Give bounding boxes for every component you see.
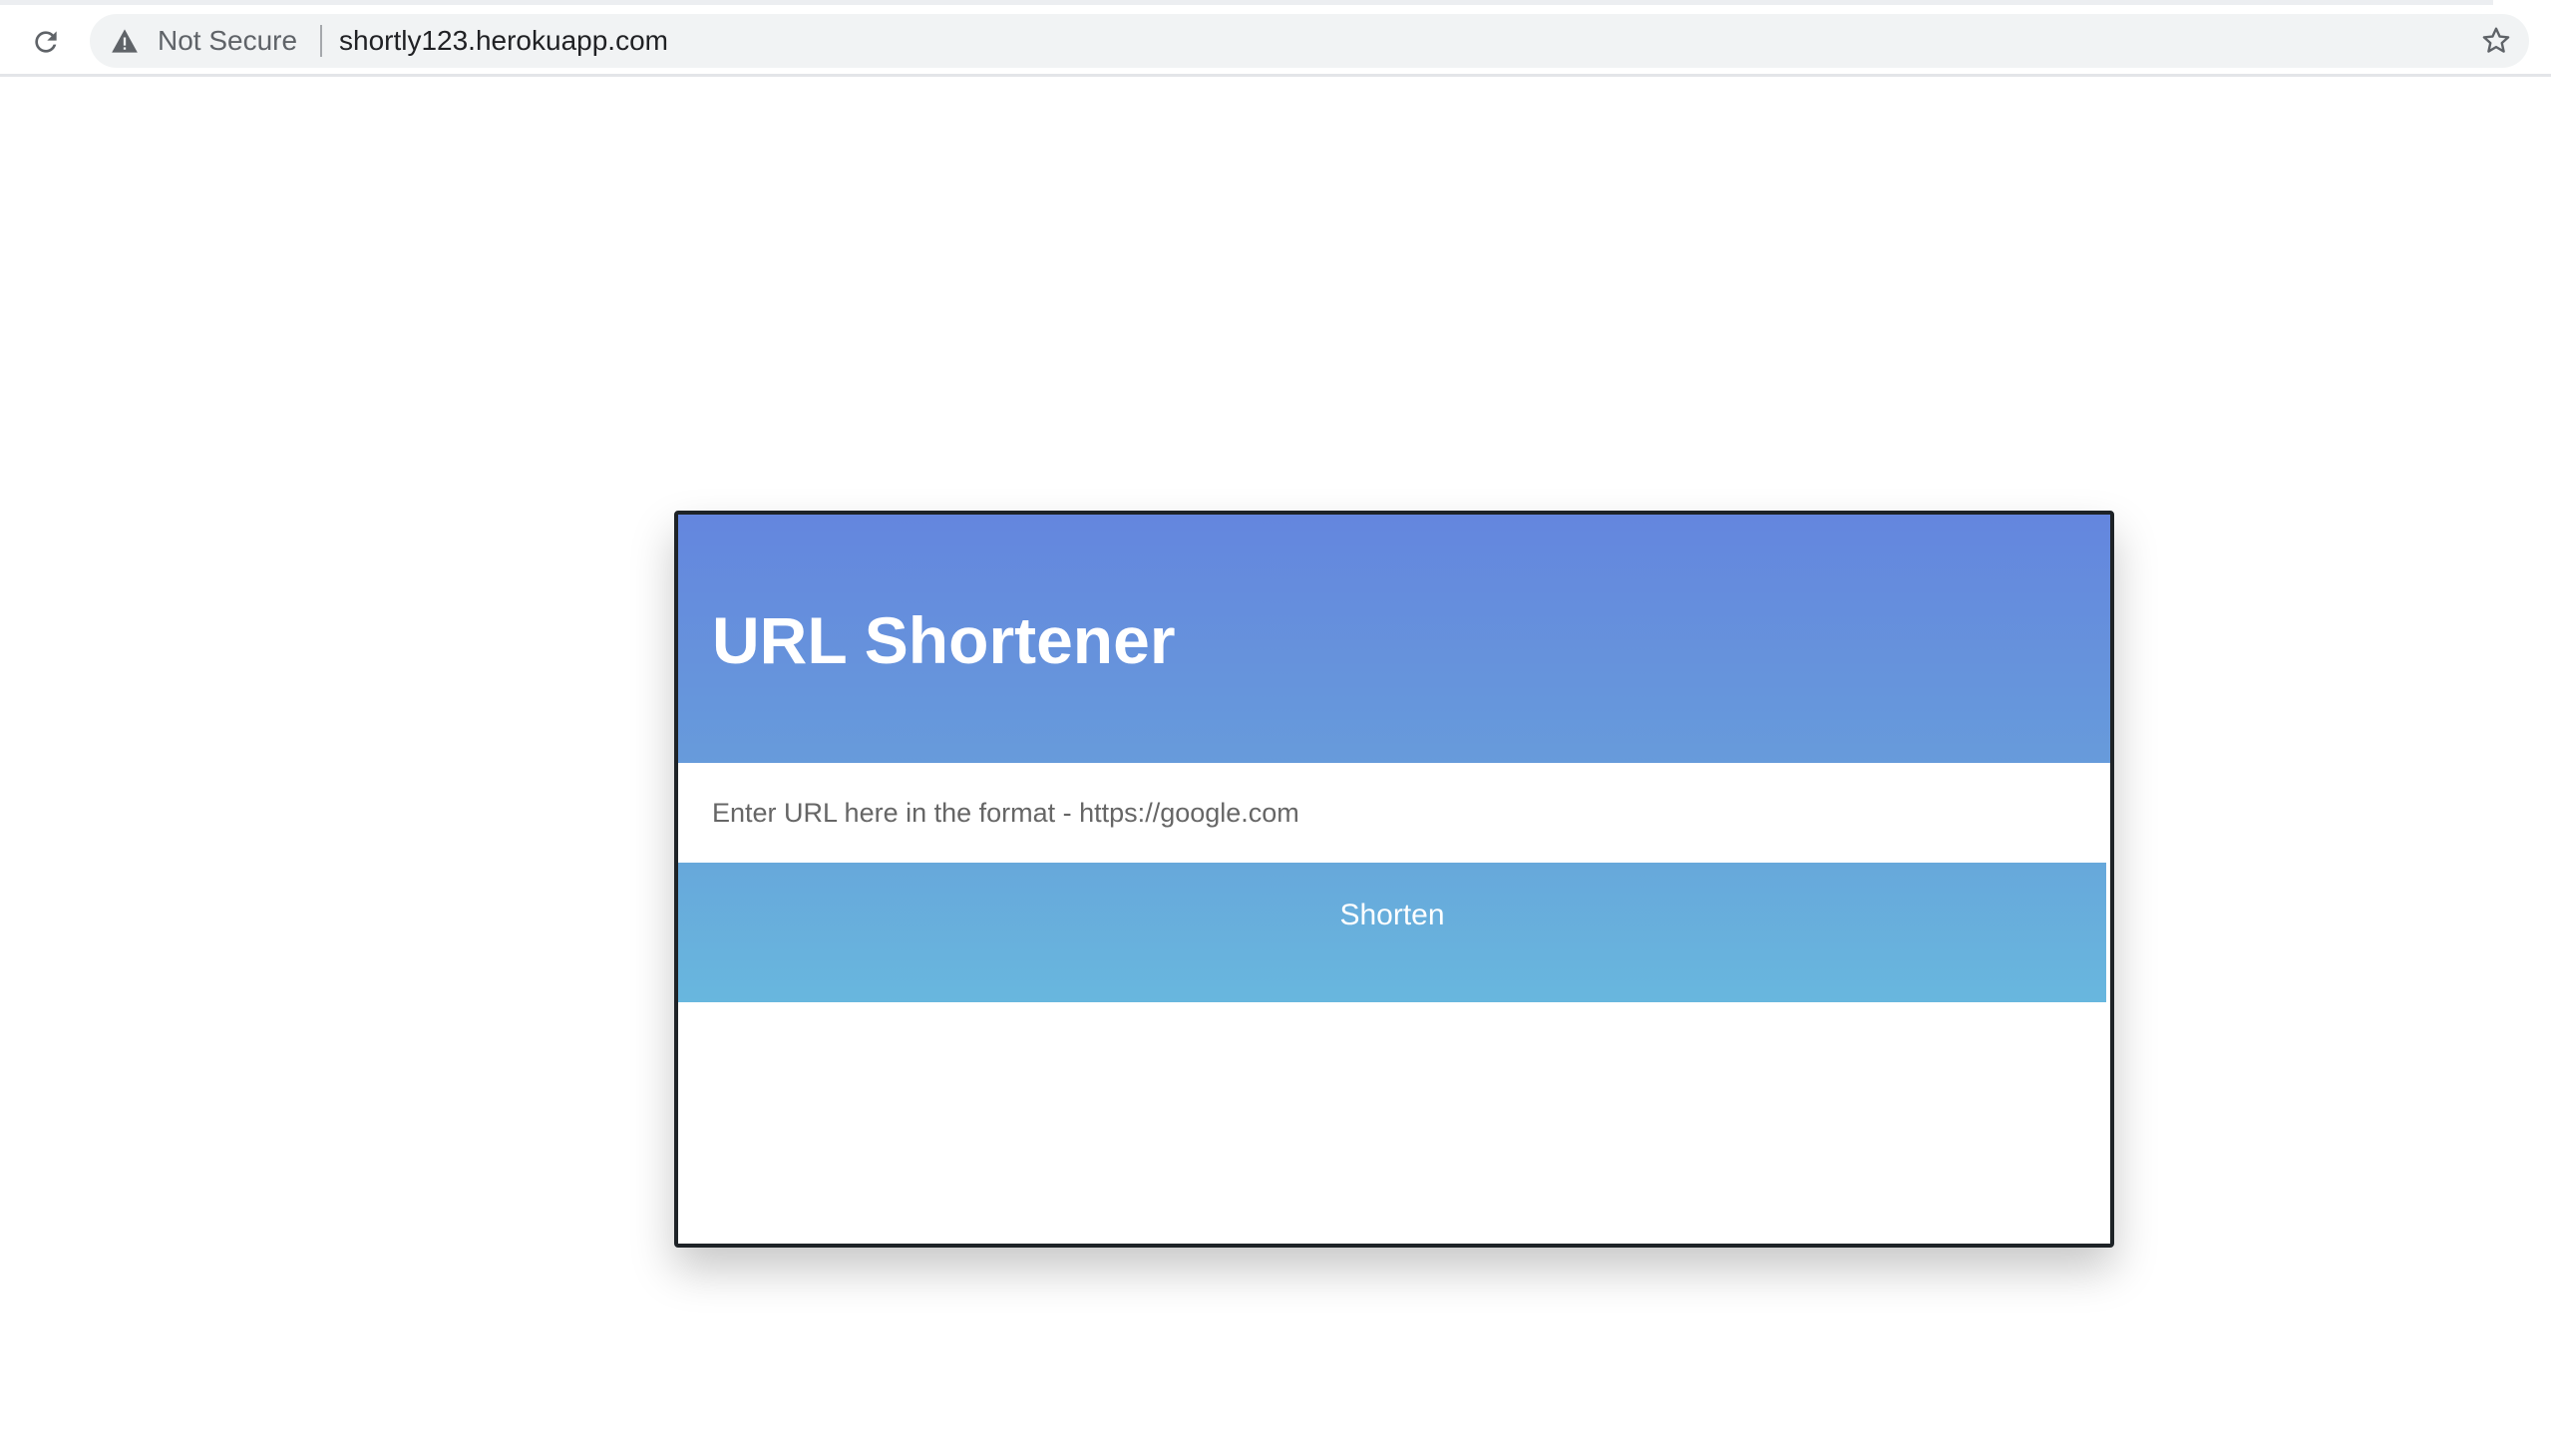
warning-triangle-icon: [112, 29, 138, 53]
reload-button[interactable]: [26, 22, 66, 62]
address-bar[interactable]: Not Secure shortly123.herokuapp.com: [90, 14, 2529, 68]
card-header: URL Shortener: [678, 515, 2110, 763]
result-area: [678, 1002, 2110, 1244]
shorten-button[interactable]: Shorten: [678, 863, 2106, 1002]
tab-strip-edge: [0, 0, 2493, 5]
star-icon: [2482, 27, 2510, 53]
address-separator: [320, 25, 322, 57]
security-label: Not Secure: [158, 25, 298, 56]
security-indicator-button[interactable]: [110, 27, 140, 55]
url-shortener-card: URL Shortener Shorten: [674, 511, 2114, 1248]
reload-icon: [35, 31, 57, 53]
url-text[interactable]: shortly123.herokuapp.com: [339, 27, 668, 55]
page-title: URL Shortener: [712, 603, 1176, 677]
url-input[interactable]: [678, 763, 2106, 863]
bookmark-button[interactable]: [2479, 24, 2513, 58]
browser-toolbar: Not Secure shortly123.herokuapp.com: [0, 6, 2551, 77]
